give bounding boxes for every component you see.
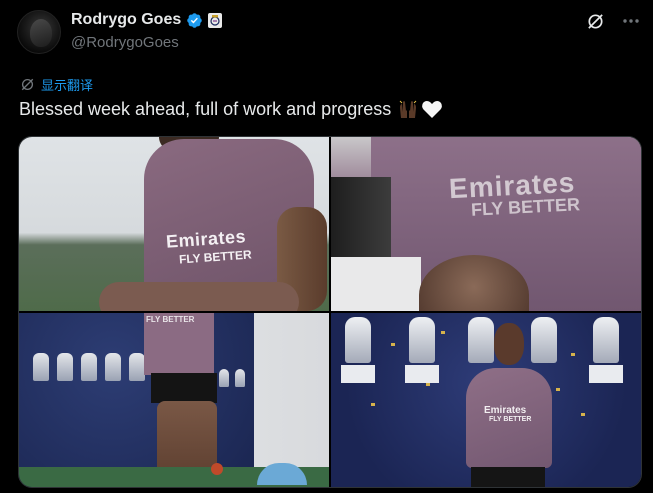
- verified-badge-icon: [187, 12, 202, 28]
- real-madrid-crest-icon: [208, 12, 223, 28]
- raised-hands-emoji: [399, 100, 417, 118]
- author-handle[interactable]: @RodrygoGoes: [71, 34, 179, 51]
- trophy-icon: [468, 317, 494, 363]
- jersey-sponsor-text: Emirates: [484, 405, 527, 416]
- trophy-icon: [593, 317, 619, 363]
- trophy-plinth: [405, 365, 439, 383]
- tweet-emojis: [397, 98, 443, 120]
- trophy-wall: [19, 313, 254, 487]
- trophy-icon: [531, 317, 557, 363]
- show-translation-label[interactable]: 显示翻译: [41, 75, 93, 94]
- confetti: [371, 403, 375, 406]
- author-display-name[interactable]: Rodrygo Goes: [71, 11, 181, 29]
- more-options-icon[interactable]: [621, 11, 641, 31]
- confetti: [391, 343, 395, 346]
- photo-shorts: [151, 373, 217, 403]
- jersey-sponsor-subtext: FLY BETTER: [489, 416, 532, 423]
- trophy-icon: [33, 353, 49, 381]
- tweet-body: Blessed week ahead, full of work and pro…: [19, 98, 443, 120]
- media-photo-4[interactable]: Emirates FLY BETTER: [331, 313, 641, 487]
- photo-shorts: [471, 467, 545, 487]
- trophy-icon: [105, 353, 121, 381]
- trophy-icon: [81, 353, 97, 381]
- tweet-header-actions: [585, 11, 641, 31]
- confetti: [426, 383, 430, 386]
- confetti: [581, 413, 585, 416]
- tweet-text: Blessed week ahead, full of work and pro…: [19, 98, 392, 119]
- show-translation[interactable]: 显示翻译: [20, 75, 93, 94]
- trophy-icon: [235, 369, 245, 387]
- translate-icon: [21, 78, 34, 91]
- red-ball: [211, 463, 223, 475]
- photo-figure-head: [494, 323, 524, 365]
- trophy-icon: [219, 369, 229, 387]
- media-photo-2[interactable]: Emirates FLY BETTER: [331, 137, 641, 311]
- photo-leg: [99, 282, 299, 311]
- confetti: [441, 331, 445, 334]
- trophy-plinth: [589, 365, 623, 383]
- white-heart-emoji: [422, 100, 443, 118]
- grok-icon[interactable]: [585, 11, 605, 31]
- confetti: [571, 353, 575, 356]
- tweet-media-grid: Emirates FLY BETTER Emirates FLY BETTER …: [18, 136, 642, 488]
- jersey-sponsor-subtext: FLY BETTER: [146, 315, 195, 324]
- photo-background-wall: [331, 257, 421, 311]
- trophy-plinth: [341, 365, 375, 383]
- author-avatar[interactable]: [17, 10, 61, 54]
- trophy-icon: [409, 317, 435, 363]
- trophy-icon: [57, 353, 73, 381]
- trophy-icon: [129, 353, 145, 381]
- avatar-face: [30, 19, 52, 47]
- media-photo-3[interactable]: FLY BETTER: [19, 313, 329, 487]
- confetti: [556, 388, 560, 391]
- trophy-icon: [345, 317, 371, 363]
- author-name-row: Rodrygo Goes: [71, 11, 223, 29]
- media-photo-1[interactable]: Emirates FLY BETTER: [19, 137, 329, 311]
